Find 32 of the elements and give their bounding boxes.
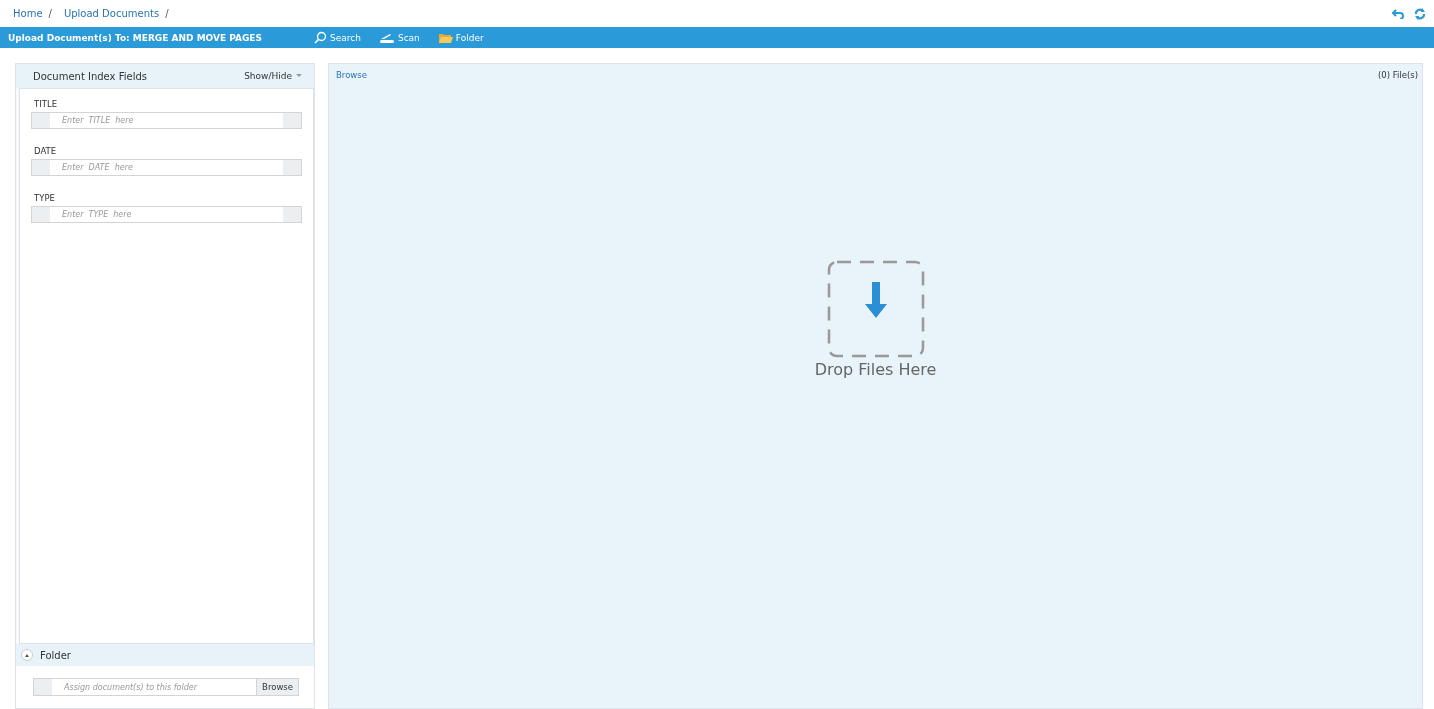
browse-link[interactable]: Browse [336,70,367,80]
undo-icon[interactable] [1392,8,1404,19]
panel-title: Document Index Fields [33,70,147,82]
toolbar-title: Upload Document(s) To: MERGE AND MOVE PAGES [8,32,263,43]
scanner-icon [378,31,395,44]
folder-title: Folder [40,649,71,661]
field-label: DATE [34,146,58,156]
drop-area[interactable]: Browse (0) File(s) Drop Files Here [328,63,1423,709]
toolbar-button[interactable]: Folder [437,31,484,44]
search-icon [314,31,327,44]
field-label: TITLE [34,99,58,109]
breadcrumb-link[interactable]: Upload Documents [63,8,160,19]
breadcrumb-separator: / [48,8,52,19]
refresh-icon[interactable] [1414,7,1426,20]
drop-prompt: Drop Files Here [814,359,937,379]
caret-icon [296,74,302,78]
file-count: (0) File(s) [1377,70,1418,80]
drop-download-icon [826,259,925,358]
show-hide-toggle[interactable]: Show/Hide [238,70,308,82]
field-label: TYPE [34,193,56,203]
breadcrumb-link[interactable]: Home [13,8,43,19]
collapse-button[interactable] [21,649,33,661]
folder-input-field[interactable]: Assign document(s) to this folder [33,678,257,696]
toolbar-button[interactable]: Search [314,31,361,44]
caret-icon [25,653,29,657]
input-field[interactable]: Enter TITLE here [31,112,302,129]
input-field[interactable]: Enter TYPE here [31,206,302,223]
browse-button[interactable]: Browse [256,678,299,696]
toolbar-button[interactable]: Scan [378,31,420,44]
folder-icon [437,31,453,44]
breadcrumb-separator: / [165,8,169,19]
input-field[interactable]: Enter DATE here [31,159,302,176]
